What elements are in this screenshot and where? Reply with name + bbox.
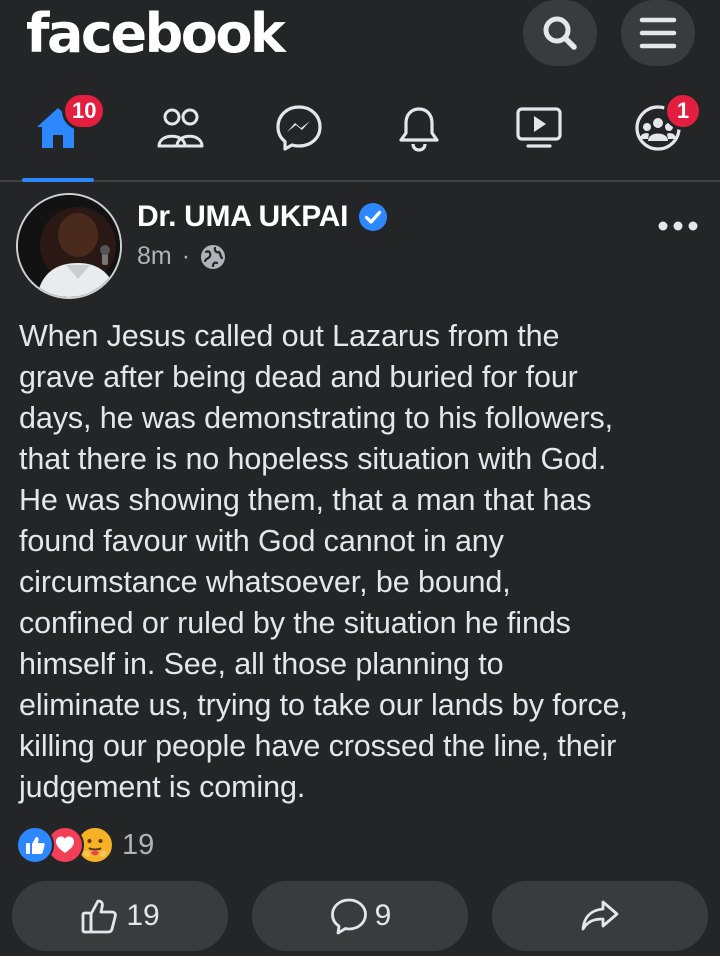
facebook-logo[interactable]: facebook [26, 2, 286, 65]
like-reaction-icon [16, 826, 54, 864]
home-badge: 10 [62, 92, 107, 130]
reaction-count: 19 [122, 828, 155, 861]
verified-badge-icon [359, 203, 388, 231]
globe-icon [201, 244, 226, 269]
menu-button[interactable] [621, 0, 695, 66]
post-timestamp[interactable]: 8m [137, 242, 172, 271]
more-options-icon [658, 221, 698, 231]
like-button[interactable]: 19 [12, 881, 228, 951]
tab-friends[interactable] [150, 100, 210, 156]
share-button[interactable] [492, 881, 708, 951]
reactions-summary[interactable]: 19 [16, 826, 154, 864]
comment-button[interactable]: 9 [252, 881, 468, 951]
author-name[interactable]: Dr. UMA UKPAI [137, 200, 348, 234]
post-meta: 8m · [137, 242, 226, 271]
video-icon [516, 107, 562, 148]
comment-count: 9 [374, 899, 392, 932]
post-more-button[interactable] [655, 206, 701, 246]
search-button[interactable] [523, 0, 597, 66]
share-icon [581, 900, 619, 931]
thumbs-up-icon [81, 899, 118, 934]
tab-messenger[interactable] [269, 100, 329, 156]
search-icon [543, 16, 577, 50]
bell-icon [399, 107, 439, 152]
friends-icon [157, 108, 204, 148]
messenger-icon [276, 105, 322, 151]
author-avatar[interactable] [16, 193, 122, 299]
comment-icon [330, 898, 367, 935]
nav-tabs: 10 1 [0, 84, 720, 182]
post-text: When Jesus called out Lazarus from the g… [19, 319, 628, 804]
like-count: 19 [126, 899, 160, 932]
tab-watch[interactable] [509, 100, 569, 156]
meta-separator: · [181, 242, 191, 270]
tab-notifications[interactable] [389, 100, 449, 156]
facebook-page: facebook 10 1 Dr. UMA UKPAI 8m · When Je… [0, 0, 720, 956]
top-app-bar: facebook [0, 0, 720, 68]
active-tab-indicator [22, 178, 94, 182]
post-author-row: Dr. UMA UKPAI [137, 200, 388, 234]
groups-badge: 1 [664, 92, 702, 130]
menu-icon [639, 17, 677, 49]
